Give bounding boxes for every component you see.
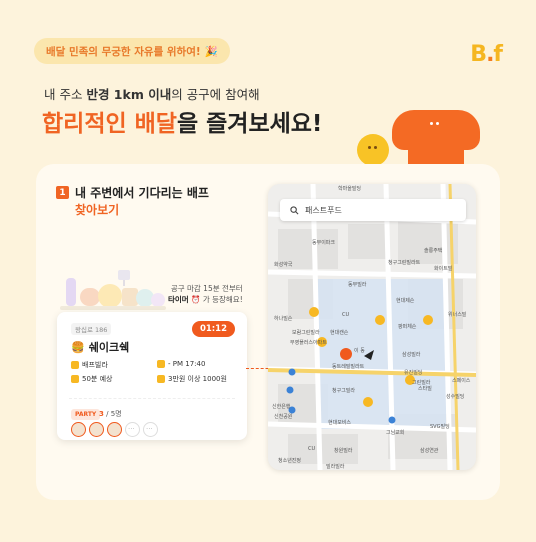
party-current: 3 <box>99 410 104 418</box>
note-bold: 타이머 <box>168 295 189 304</box>
avatar <box>89 422 104 437</box>
note-rest: 가 등장해요! <box>202 295 243 304</box>
headline-rest: 을 즐겨보세요! <box>176 111 323 137</box>
svg-text:빌라빌라: 빌라빌라 <box>326 463 345 470</box>
place-row: 배프빌라 <box>71 360 108 370</box>
avatar <box>107 422 122 437</box>
svg-text:청구그빌라: 청구그빌라 <box>332 387 355 394</box>
svg-text:위너스빌: 위너스빌 <box>448 311 467 318</box>
timer-note: 공구 마감 15분 전부터 타이머 ⏰ 가 등장해요! <box>168 283 243 305</box>
promo-text: 배달 민족의 무궁한 자유를 위하여! <box>46 45 201 58</box>
sub-suffix: 의 공구에 참여해 <box>171 87 260 102</box>
svg-text:성수빌딩: 성수빌딩 <box>446 393 464 400</box>
time-row: - PM 17:40 <box>157 360 205 368</box>
yellow-character-icon <box>357 134 389 166</box>
svg-text:동부이파크: 동부이파크 <box>312 239 335 246</box>
svg-text:스타빌: 스타빌 <box>418 385 432 392</box>
svg-text:유진빌딩: 유진빌딩 <box>404 369 422 376</box>
empty-slot-icon <box>125 422 140 437</box>
party-tag: PARTY <box>71 409 101 420</box>
promo-pill: 배달 민족의 무궁한 자유를 위하여! 🎉 <box>34 38 230 64</box>
sub-prefix: 내 주소 <box>44 87 87 102</box>
countdown-timer: 01:12 <box>191 321 235 337</box>
svg-text:현대모비스: 현대모비스 <box>328 419 351 426</box>
svg-text:청소년진정: 청소년진정 <box>278 457 301 464</box>
svg-text:신천공원: 신천공원 <box>274 413 293 420</box>
svg-text:삼성연관: 삼성연관 <box>420 447 439 454</box>
svg-text:팡퍼체슨: 팡퍼체슨 <box>398 323 417 330</box>
brand-logo: B.f <box>470 42 503 67</box>
address-tag: 왕십로 186 <box>71 323 112 335</box>
min-order-text: 3만원 이상 1000원 <box>168 375 227 383</box>
party-popper-icon: 🎉 <box>204 45 218 58</box>
alarm-clock-icon: ⏰ <box>191 295 201 304</box>
svg-text:현대캔슨: 현대캔슨 <box>330 329 349 336</box>
map-canvas: 학마을빌딩 동부이파크 화성약국 솔롱주택 청구그린빌라트 화이트빌 동부빌라 … <box>268 184 476 470</box>
order-card[interactable]: 왕십로 186 01:12 🍔 쉐이크쉑 배프빌라 - PM 17:40 50분… <box>57 312 247 440</box>
sub-bold: 반경 1km 이내 <box>86 87 172 102</box>
svg-text:동트레빌빌라트: 동트레빌빌라트 <box>332 363 365 370</box>
store-name: 🍔 쉐이크쉑 <box>71 339 129 355</box>
search-text: 패스트푸드 <box>305 205 342 215</box>
svg-text:신한은행: 신한은행 <box>272 403 291 410</box>
store-name-text: 쉐이크쉑 <box>88 341 130 354</box>
clock-icon <box>157 360 165 368</box>
svg-text:화성약국: 화성약국 <box>274 261 293 268</box>
food-illustration-icon <box>60 270 166 310</box>
svg-text:스페이스: 스페이스 <box>452 377 471 384</box>
svg-text:하나빌슨: 하나빌슨 <box>274 315 293 322</box>
svg-text:그린빌라: 그린빌라 <box>412 379 431 386</box>
headline-highlight: 합리적인 배달 <box>42 111 177 137</box>
svg-text:화이트빌: 화이트빌 <box>434 265 453 272</box>
svg-text:청구그린빌라트: 청구그린빌라트 <box>388 259 421 266</box>
party-total: / 5명 <box>106 410 122 418</box>
svg-text:솔롱주택: 솔롱주택 <box>424 247 443 254</box>
step-title-line1: 내 주변에서 기다리는 배프 <box>75 186 209 200</box>
svg-text:삼성빌라: 삼성빌라 <box>402 351 421 358</box>
delivery-icon <box>71 375 79 383</box>
time-text: - PM 17:40 <box>168 360 206 368</box>
min-order-row: 3만원 이상 1000원 <box>157 374 227 384</box>
intro-subtitle: 내 주소 반경 1km 이내의 공구에 참여해 <box>44 84 260 103</box>
svg-text:학마을빌딩: 학마을빌딩 <box>338 185 361 192</box>
fee-text: 50분 예상 <box>82 375 113 383</box>
logo-b: B <box>470 42 487 67</box>
logo-f: f <box>493 42 503 67</box>
map-view[interactable]: 학마을빌딩 동부이파크 화성약국 솔롱주택 청구그린빌라트 화이트빌 동부빌라 … <box>268 184 476 470</box>
party-count: 3 / 5명 <box>99 409 122 419</box>
map-search-input[interactable]: 패스트푸드 <box>280 199 466 221</box>
empty-slot-icon <box>143 422 158 437</box>
svg-text:보람그린빌라: 보람그린빌라 <box>292 329 320 336</box>
headline: 합리적인 배달을 즐겨보세요! <box>42 104 322 138</box>
search-icon <box>290 205 299 214</box>
svg-text:창원빌라: 창원빌라 <box>334 447 353 454</box>
step-number-badge: 1 <box>56 186 69 199</box>
svg-text:CU: CU <box>308 446 315 452</box>
location-icon <box>71 361 79 369</box>
divider <box>69 398 235 399</box>
chef-hat-character-icon <box>392 110 480 172</box>
svg-text:부영플러스아파트: 부영플러스아파트 <box>290 339 327 346</box>
burger-icon: 🍔 <box>71 340 85 354</box>
avatar <box>71 422 86 437</box>
svg-text:동부빌라: 동부빌라 <box>348 281 367 288</box>
note-line1: 공구 마감 15분 전부터 <box>170 284 243 293</box>
svg-text:이 동: 이 동 <box>354 347 365 354</box>
svg-text:현대제슨: 현대제슨 <box>396 297 415 304</box>
place-text: 배프빌라 <box>82 361 108 369</box>
svg-text:CU: CU <box>342 312 349 318</box>
fee-row: 50분 예상 <box>71 374 112 384</box>
svg-text:그님교회: 그님교회 <box>386 429 404 436</box>
step-title-line2: 찾아보기 <box>75 203 120 217</box>
step-title: 내 주변에서 기다리는 배프 찾아보기 <box>75 185 209 219</box>
svg-text:SVG빌딩: SVG빌딩 <box>430 423 450 430</box>
coin-icon <box>157 375 165 383</box>
party-avatars <box>71 422 158 437</box>
